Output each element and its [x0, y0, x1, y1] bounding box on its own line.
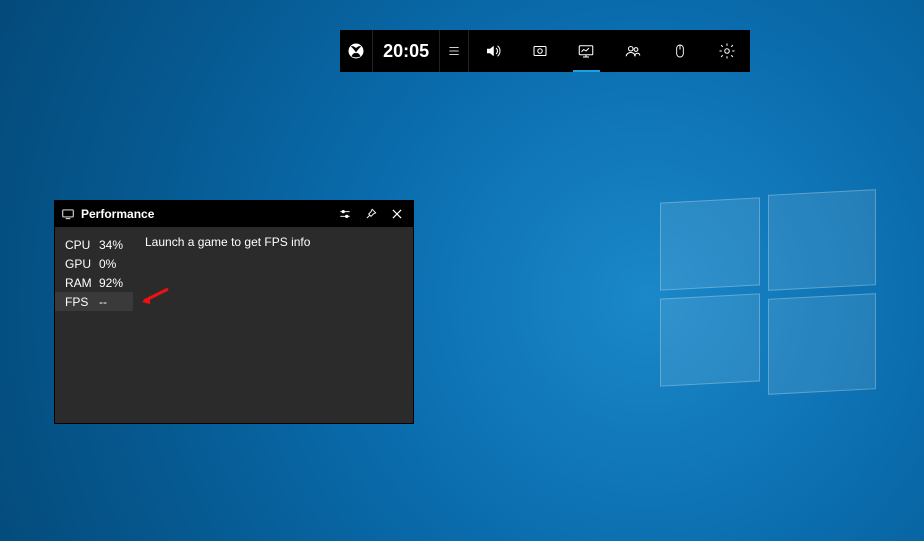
stat-row-gpu[interactable]: GPU 0%	[65, 254, 133, 273]
performance-button[interactable]	[563, 30, 610, 72]
capture-button[interactable]	[516, 30, 563, 72]
gamebar-clock: 20:05	[373, 30, 440, 72]
performance-message: Launch a game to get FPS info	[145, 235, 310, 311]
stat-value: 0%	[99, 257, 116, 271]
xbox-icon	[347, 42, 365, 60]
windows-logo	[660, 180, 876, 380]
audio-button[interactable]	[469, 30, 516, 72]
mouse-icon	[672, 42, 688, 60]
performance-title: Performance	[81, 207, 329, 221]
sliders-icon	[338, 207, 352, 221]
pin-icon	[364, 207, 378, 221]
stat-value: 34%	[99, 238, 123, 252]
stat-label: RAM	[65, 276, 93, 290]
xbox-game-bar: 20:05	[340, 30, 750, 72]
stat-row-ram[interactable]: RAM 92%	[65, 273, 133, 292]
settings-button[interactable]	[703, 30, 750, 72]
stat-row-fps[interactable]: FPS --	[55, 292, 133, 311]
pin-button[interactable]	[361, 204, 381, 224]
performance-body: CPU 34% GPU 0% RAM 92% FPS -- Launch a g…	[55, 227, 413, 319]
stat-value: --	[99, 295, 107, 309]
widget-options-button[interactable]	[335, 204, 355, 224]
performance-titlebar[interactable]: Performance	[55, 201, 413, 227]
stat-label: FPS	[65, 295, 93, 309]
gear-icon	[718, 42, 736, 60]
stat-label: CPU	[65, 238, 93, 252]
people-icon	[624, 42, 642, 60]
performance-widget: Performance CPU 34% GPU 0%	[54, 200, 414, 424]
xbox-button[interactable]	[340, 30, 373, 72]
mouse-button[interactable]	[657, 30, 704, 72]
monitor-icon	[61, 207, 75, 221]
stat-value: 92%	[99, 276, 123, 290]
monitor-icon	[577, 42, 595, 60]
xbox-social-button[interactable]	[610, 30, 657, 72]
windows-logo-pane	[768, 189, 876, 291]
windows-logo-pane	[768, 293, 876, 395]
windows-logo-pane	[660, 293, 760, 386]
speaker-icon	[484, 42, 502, 60]
performance-stats: CPU 34% GPU 0% RAM 92% FPS --	[65, 235, 133, 311]
widget-menu-button[interactable]	[440, 30, 469, 72]
stat-row-cpu[interactable]: CPU 34%	[65, 235, 133, 254]
stat-label: GPU	[65, 257, 93, 271]
close-button[interactable]	[387, 204, 407, 224]
windows-logo-pane	[660, 197, 760, 290]
list-icon	[447, 44, 461, 58]
close-icon	[390, 207, 404, 221]
capture-icon	[531, 42, 549, 60]
